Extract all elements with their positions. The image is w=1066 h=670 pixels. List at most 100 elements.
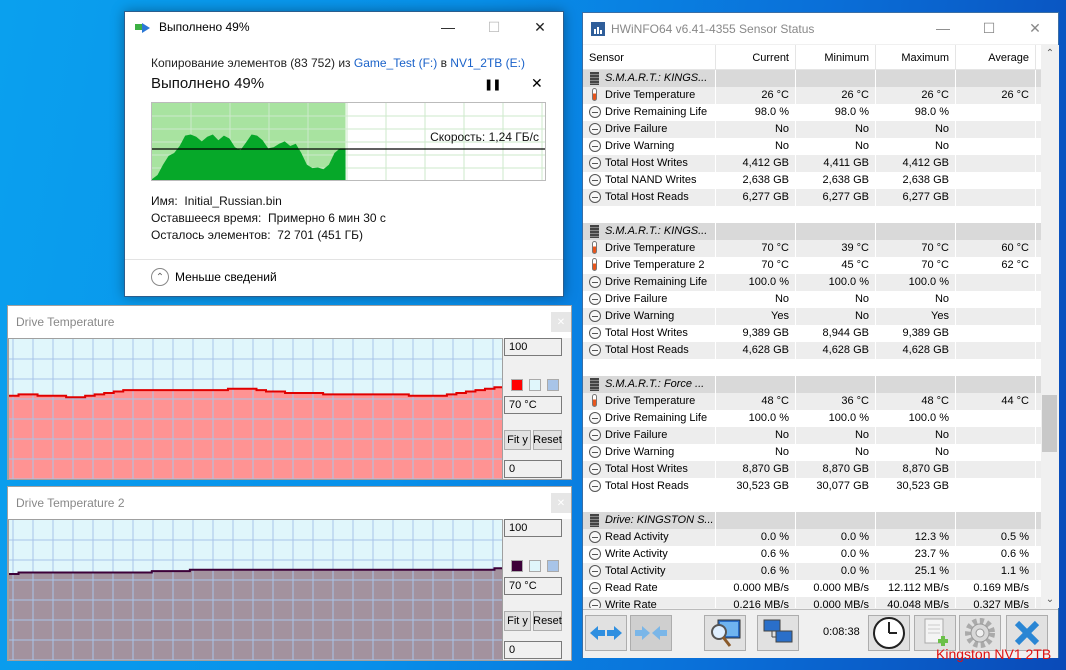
line-color-swatch[interactable]: [511, 379, 523, 391]
add-report-icon: [924, 618, 948, 646]
y-max-field[interactable]: 100: [504, 519, 562, 537]
close-icon[interactable]: ✕: [551, 493, 571, 513]
grid-color-swatch[interactable]: [547, 379, 559, 391]
current-value: 0.216 MB/s: [716, 597, 796, 608]
sensor-row[interactable]: Total Host Writes 4,412 GB 4,411 GB 4,412 G…: [583, 155, 1041, 172]
column-header-current[interactable]: Current: [716, 45, 796, 69]
sensor-row[interactable]: Read Rate 0.000 MB/s 0.000 MB/s 12.112 MB/s…: [583, 580, 1041, 597]
network-button[interactable]: [757, 615, 799, 651]
sensor-view-button[interactable]: [704, 615, 746, 651]
sensor-row[interactable]: Drive Remaining Life 100.0 % 100.0 % 100.0 …: [583, 410, 1041, 427]
expand-button[interactable]: [585, 615, 627, 651]
sensor-name: Write Rate: [605, 599, 657, 608]
fit-y-button[interactable]: Fit y: [504, 430, 531, 450]
sensor-row[interactable]: Drive Remaining Life 100.0 % 100.0 % 100.0 …: [583, 274, 1041, 291]
minimum-value: No: [796, 138, 876, 155]
y-min-field[interactable]: 0: [504, 460, 562, 478]
minimize-button[interactable]: —: [920, 13, 966, 43]
close-button[interactable]: ✕: [517, 12, 563, 42]
sensor-row[interactable]: Drive Warning Yes No Yes: [583, 308, 1041, 325]
sensor-row[interactable]: Drive Warning No No No: [583, 444, 1041, 461]
pause-icon[interactable]: ❚❚: [484, 78, 501, 91]
graph-title: Drive Temperature: [8, 306, 571, 338]
current-value: 26 °C: [716, 87, 796, 104]
current-value: 0.0 %: [716, 529, 796, 546]
close-icon[interactable]: ✕: [531, 75, 543, 92]
sensor-row[interactable]: Drive Remaining Life 98.0 % 98.0 % 98.0 %: [583, 104, 1041, 121]
sensor-group-row[interactable]: Drive: KINGSTON S...: [583, 512, 1041, 529]
thermometer-icon: [592, 241, 597, 254]
sensor-group-row[interactable]: S.M.A.R.T.: Force ...: [583, 376, 1041, 393]
group-cell: [796, 512, 876, 529]
reset-button[interactable]: Reset: [533, 611, 562, 631]
less-details-button[interactable]: ⌃ Меньше сведений: [151, 268, 277, 286]
sensor-row[interactable]: Total Host Writes 8,870 GB 8,870 GB 8,870 G…: [583, 461, 1041, 478]
group-cell: [876, 512, 956, 529]
source-link[interactable]: Game_Test (F:): [354, 56, 437, 70]
speed-label: Скорость: 1,24 ГБ/с: [430, 130, 539, 144]
sensor-row[interactable]: Drive Failure No No No: [583, 121, 1041, 138]
chip-icon: [590, 225, 599, 238]
fit-y-button[interactable]: Fit y: [504, 611, 531, 631]
minimize-button[interactable]: —: [425, 12, 471, 42]
sensor-rows: S.M.A.R.T.: KINGS... Drive Temperature 26 …: [583, 70, 1041, 608]
sensor-name: S.M.A.R.T.: KINGS...: [605, 72, 708, 84]
close-button[interactable]: ✕: [1012, 13, 1058, 43]
sensor-name: Read Activity: [605, 531, 669, 543]
scrollbar-thumb[interactable]: [1042, 395, 1057, 452]
grid-color-swatch[interactable]: [547, 560, 559, 572]
sensor-row[interactable]: Total Host Reads 4,628 GB 4,628 GB 4,628 GB: [583, 342, 1041, 359]
sensor-row[interactable]: Drive Temperature 26 °C 26 °C 26 °C 26 °C: [583, 87, 1041, 104]
column-header-sensor[interactable]: Sensor: [583, 45, 716, 69]
sensor-row[interactable]: Total Host Reads 30,523 GB 30,077 GB 30,523…: [583, 478, 1041, 495]
scroll-down-arrow-icon[interactable]: ⌄: [1041, 591, 1059, 608]
minimum-value: 36 °C: [796, 393, 876, 410]
sensor-row[interactable]: Write Rate 0.216 MB/s 0.000 MB/s 40.048 MB/…: [583, 597, 1041, 608]
sensor-row[interactable]: Total Activity 0.6 % 0.0 % 25.1 % 1.1 %: [583, 563, 1041, 580]
destination-link[interactable]: NV1_2TB (E:): [450, 56, 525, 70]
sensor-row[interactable]: Drive Failure No No No: [583, 291, 1041, 308]
line-color-swatch[interactable]: [511, 560, 523, 572]
column-header-maximum[interactable]: Maximum: [876, 45, 956, 69]
sensor-name: Total Host Writes: [605, 157, 688, 169]
minimum-value: 6,277 GB: [796, 189, 876, 206]
hwinfo-app-icon: [591, 21, 605, 36]
bg-color-swatch[interactable]: [529, 379, 541, 391]
sensor-row[interactable]: Total NAND Writes 2,638 GB 2,638 GB 2,638 G…: [583, 172, 1041, 189]
sensor-group-row[interactable]: S.M.A.R.T.: KINGS...: [583, 223, 1041, 240]
maximize-button[interactable]: ☐: [966, 13, 1012, 43]
maximum-value: 2,638 GB: [876, 172, 956, 189]
name-line: Имя: Initial_Russian.bin: [151, 193, 386, 210]
current-value: 2,638 GB: [716, 172, 796, 189]
y-max-field[interactable]: 100: [504, 338, 562, 356]
sensor-row[interactable]: Total Host Reads 6,277 GB 6,277 GB 6,277 GB: [583, 189, 1041, 206]
reset-button[interactable]: Reset: [533, 430, 562, 450]
collapse-button[interactable]: [630, 615, 672, 651]
close-icon[interactable]: ✕: [551, 312, 571, 332]
group-cell: [796, 70, 876, 87]
items-label: Осталось элементов:: [151, 228, 271, 242]
sensor-row[interactable]: Read Activity 0.0 % 0.0 % 12.3 % 0.5 %: [583, 529, 1041, 546]
minimum-value: 4,411 GB: [796, 155, 876, 172]
sensor-row[interactable]: Drive Failure No No No: [583, 427, 1041, 444]
sensor-row[interactable]: Write Activity 0.6 % 0.0 % 23.7 % 0.6 %: [583, 546, 1041, 563]
reset-timer-button[interactable]: [868, 615, 910, 651]
group-cell: [716, 70, 796, 87]
sensor-row[interactable]: Drive Temperature 2 70 °C 45 °C 70 °C 62 °C: [583, 257, 1041, 274]
maximum-value: 40.048 MB/s: [876, 597, 956, 608]
column-header-minimum[interactable]: Minimum: [796, 45, 876, 69]
sensor-row[interactable]: Total Host Writes 9,389 GB 8,944 GB 9,389 G…: [583, 325, 1041, 342]
sensor-row[interactable]: Drive Temperature 48 °C 36 °C 48 °C 44 °C: [583, 393, 1041, 410]
bg-color-swatch[interactable]: [529, 560, 541, 572]
gauge-icon: [589, 276, 601, 288]
group-cell: [956, 70, 1036, 87]
sensor-row[interactable]: Drive Warning No No No: [583, 138, 1041, 155]
sensor-group-row[interactable]: S.M.A.R.T.: KINGS...: [583, 70, 1041, 87]
y-min-field[interactable]: 0: [504, 641, 562, 659]
sensor-row[interactable]: Drive Temperature 70 °C 39 °C 70 °C 60 °C: [583, 240, 1041, 257]
scroll-up-arrow-icon[interactable]: ⌃: [1041, 45, 1059, 62]
column-header-average[interactable]: Average: [956, 45, 1036, 69]
group-cell: [876, 376, 956, 393]
vertical-scrollbar[interactable]: ⌃ ⌄: [1041, 45, 1059, 608]
sensor-name: Total Host Writes: [605, 327, 688, 339]
